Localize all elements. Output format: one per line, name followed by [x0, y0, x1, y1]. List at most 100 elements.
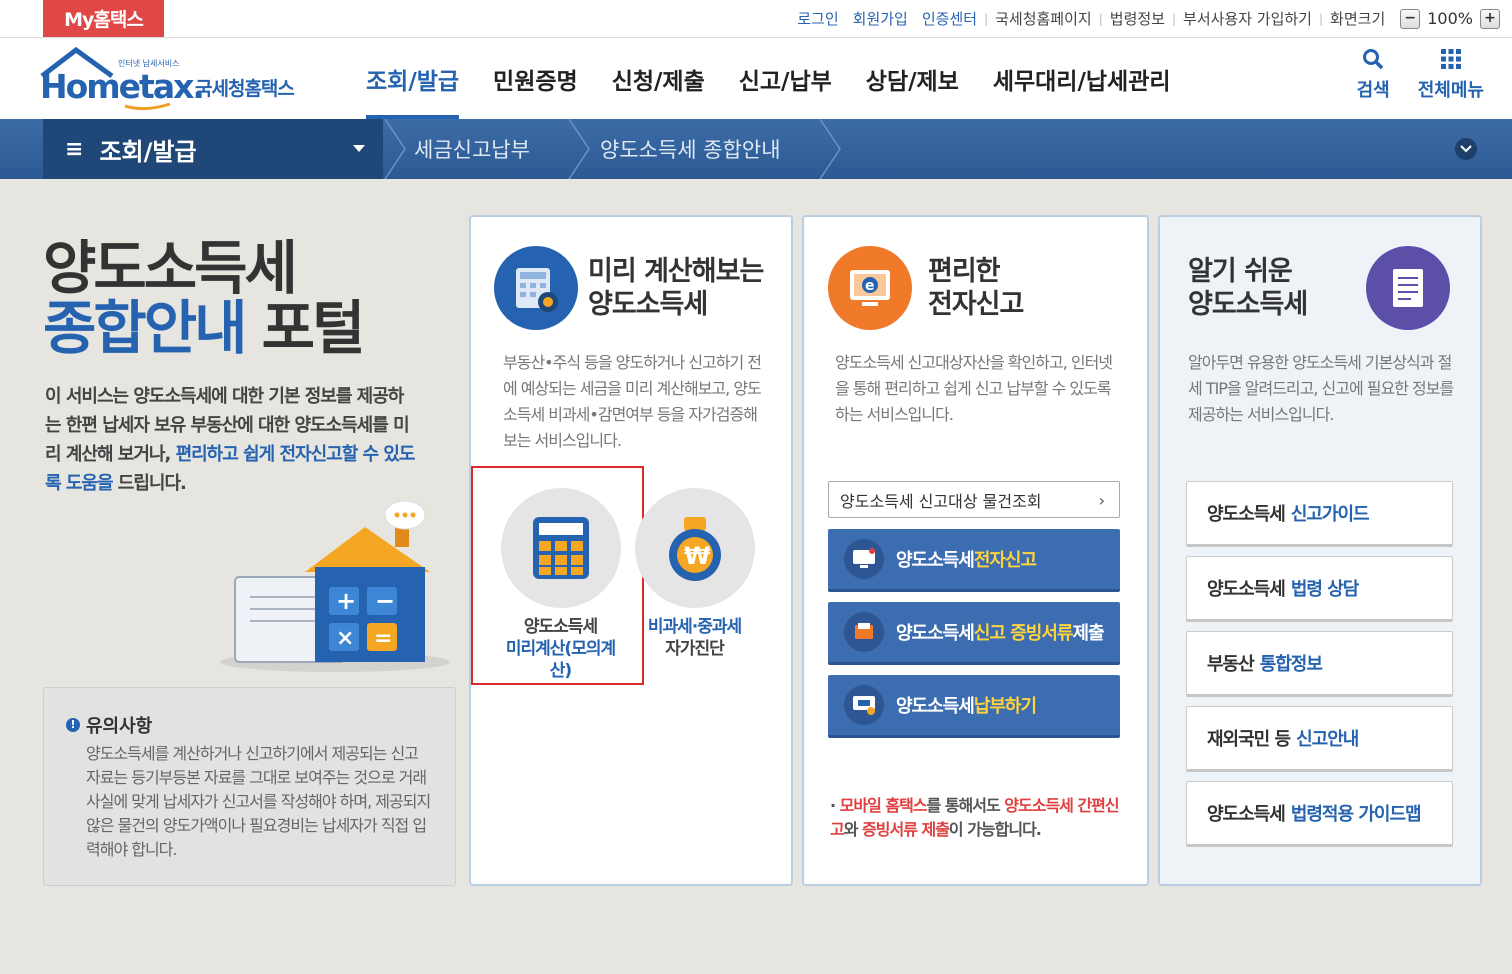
submit-evidence-highlight: 신고 증빙서류	[973, 623, 1074, 644]
location-expand-button[interactable]	[1455, 138, 1477, 160]
self-diagnosis-label: 비과세·중과세 자가진단	[647, 616, 742, 660]
nav-consult-report[interactable]: 상담/제보	[852, 38, 973, 119]
asset-lookup-label: 양도소득세 신고대상 물건조회	[840, 491, 1042, 511]
guide-highlight: 통합정보	[1259, 654, 1323, 675]
submit-evidence-label: 양도소득세	[896, 623, 975, 644]
title-line2: 종합안내 포털	[43, 298, 365, 358]
mobile-note-highlight2: 증빙서류 제출	[862, 820, 950, 839]
search-icon	[1363, 49, 1384, 70]
login-link[interactable]: 로그인	[790, 8, 845, 29]
zoom-out-button[interactable]: −	[1400, 8, 1421, 29]
notice-body: 양도소득세를 계산하거나 신고하기에서 제공되는 신고 자료는 등기부등본 자료…	[86, 744, 431, 859]
utility-links: 로그인 회원가입 인증센터 | 국세청홈페이지 | 법령정보 | 부서사용자 가…	[790, 0, 1500, 37]
title-highlight: 종합안내	[43, 294, 247, 362]
highlight-box	[471, 466, 644, 685]
dept-user-signup-link[interactable]: 부서사용자 가입하기	[1176, 8, 1319, 29]
all-menu-label: 전체메뉴	[1417, 80, 1484, 101]
breadcrumb-separator-icon	[568, 119, 590, 179]
breadcrumb-capital-gains-guide[interactable]: 양도소득세 종합안내	[600, 119, 781, 179]
overseas-filing-button[interactable]: 재외국민 등 신고안내	[1186, 706, 1453, 772]
all-menu-button[interactable]: 전체메뉴	[1418, 48, 1484, 102]
law-consult-button[interactable]: 양도소득세 법령 상담	[1186, 556, 1453, 622]
card3-title-line1: 알기 쉬운	[1188, 256, 1293, 287]
my-hometax-button[interactable]: My홈택스	[43, 0, 164, 37]
main-header: 인터넷 납세서비스 Hometax. 국세청홈택스 조회/발급 민원증명 신청/…	[0, 38, 1512, 119]
submit-evidence-suffix: 제출	[1072, 623, 1104, 644]
nav-report-pay[interactable]: 신고/납부	[725, 38, 846, 119]
cert-center-link[interactable]: 인증센터	[915, 8, 984, 29]
filing-guide-button[interactable]: 양도소득세 신고가이드	[1186, 481, 1453, 547]
e-filing-label: 양도소득세	[896, 550, 975, 571]
mobile-note-text3: 이 가능합니다.	[948, 820, 1042, 839]
guide-highlight: 법령 상담	[1290, 579, 1360, 600]
title-line1: 양도소득세	[43, 234, 298, 302]
hometax-logo[interactable]: 인터넷 납세서비스 Hometax. 국세청홈택스	[40, 46, 320, 112]
monitor-icon	[844, 539, 884, 579]
e-filing-highlight: 전자신고	[973, 550, 1037, 571]
chevron-down-icon	[1460, 145, 1472, 153]
card1-title-line2: 양도소득세	[588, 289, 708, 320]
signup-link[interactable]: 회원가입	[846, 8, 915, 29]
card2-title-line1: 편리한	[928, 256, 1001, 287]
checklist-icon	[1366, 246, 1450, 330]
intro-desc-end: 드립니다.	[112, 473, 187, 494]
self-diagnosis-label-line1: 비과세·중과세	[647, 617, 742, 637]
zoom-value: 100%	[1427, 9, 1473, 28]
svg-text:+: +	[336, 587, 356, 615]
diagnosis-bubble: ₩	[634, 488, 755, 608]
e-filing-button[interactable]: 양도소득세 전자신고	[828, 529, 1120, 592]
calc-document-icon	[494, 246, 578, 330]
guide-label: 양도소득세	[1207, 804, 1286, 825]
nav-civil-cert[interactable]: 민원증명	[479, 38, 592, 119]
search-button[interactable]: 검색	[1357, 48, 1390, 102]
submit-evidence-button[interactable]: 양도소득세 신고 증빙서류 제출	[828, 602, 1120, 665]
breadcrumb-separator-icon	[384, 119, 406, 179]
law-guidemap-button[interactable]: 양도소득세 법령적용 가이드맵	[1186, 781, 1453, 847]
house-calculator-illustration: + − × =	[220, 500, 450, 672]
intro-description: 이 서비스는 양도소득세에 대한 기본 정보를 제공하는 한편 납세자 보유 부…	[45, 382, 415, 498]
location-menu-label: 조회/발급	[99, 137, 197, 166]
nav-tax-agent[interactable]: 세무대리/납세관리	[979, 38, 1185, 119]
payment-button[interactable]: 양도소득세 납부하기	[828, 675, 1120, 738]
svg-text:×: ×	[336, 626, 354, 651]
guide-label: 재외국민 등	[1207, 729, 1291, 750]
notice-box: ! 유의사항 양도소득세를 계산하거나 신고하기에서 제공되는 신고 자료는 등기…	[43, 687, 456, 886]
card1-description: 부동산•주식 등을 양도하거나 신고하기 전에 예상되는 세금을 미리 계산해보…	[503, 353, 762, 450]
guide-label: 양도소득세	[1207, 504, 1286, 525]
location-bar: ≡ 조회/발급 세금신고납부 양도소득세 종합안내	[0, 119, 1512, 179]
zoom-in-button[interactable]: +	[1480, 8, 1500, 29]
document-upload-icon	[844, 612, 884, 652]
asset-lookup-button[interactable]: 양도소득세 신고대상 물건조회 ›	[828, 481, 1120, 518]
chevron-right-icon: ›	[1098, 491, 1105, 510]
nts-homepage-link[interactable]: 국세청홈페이지	[988, 8, 1099, 29]
card2-title-line2: 전자신고	[928, 289, 1024, 320]
page-title: 양도소득세 종합안내 포털	[43, 234, 365, 358]
self-diagnosis-button[interactable]: ₩ 비과세·중과세 자가진단	[634, 488, 755, 660]
nav-inquiry-issue[interactable]: 조회/발급	[352, 38, 473, 119]
logo-korean-text: 국세청홈택스	[195, 77, 294, 100]
card3-description: 알아두면 유용한 양도소득세 기본상식과 절세 TIP을 알려드리고, 신고에 …	[1188, 353, 1454, 424]
money-bag-icon: ₩	[668, 517, 721, 581]
card1-title-line1: 미리 계산해보는	[588, 256, 764, 287]
screen-size-label: 화면크기	[1330, 10, 1386, 28]
location-menu-dropdown[interactable]: ≡ 조회/발급	[43, 119, 383, 179]
global-nav: 조회/발급 민원증명 신청/제출 신고/납부 상담/제보 세무대리/납세관리	[352, 38, 1191, 119]
real-estate-info-button[interactable]: 부동산 통합정보	[1186, 631, 1453, 697]
law-info-link[interactable]: 법령정보	[1103, 8, 1172, 29]
guide-label: 양도소득세	[1207, 579, 1286, 600]
top-utility-bar: My홈택스 로그인 회원가입 인증센터 | 국세청홈페이지 | 법령정보 | 부…	[0, 0, 1512, 38]
svg-text:−: −	[375, 587, 395, 615]
hamburger-icon: ≡	[65, 136, 84, 162]
mobile-hometax-link[interactable]: 모바일 홈택스	[840, 796, 928, 815]
svg-text:=: =	[374, 626, 392, 651]
info-icon: !	[66, 718, 80, 732]
e-filing-icon: e	[828, 246, 912, 330]
guide-label: 부동산	[1207, 654, 1255, 675]
payment-label: 양도소득세	[896, 696, 975, 717]
mobile-note: · 모바일 홈택스를 통해서도 양도소득세 간편신고와 증빙서류 제출이 가능합…	[830, 796, 1120, 839]
nav-apply-submit[interactable]: 신청/제출	[598, 38, 719, 119]
title-suffix: 포털	[244, 294, 366, 362]
svg-text:₩: ₩	[684, 542, 711, 570]
card1-title: 미리 계산해보는 양도소득세	[588, 255, 764, 321]
breadcrumb-tax-report[interactable]: 세금신고납부	[414, 119, 530, 179]
